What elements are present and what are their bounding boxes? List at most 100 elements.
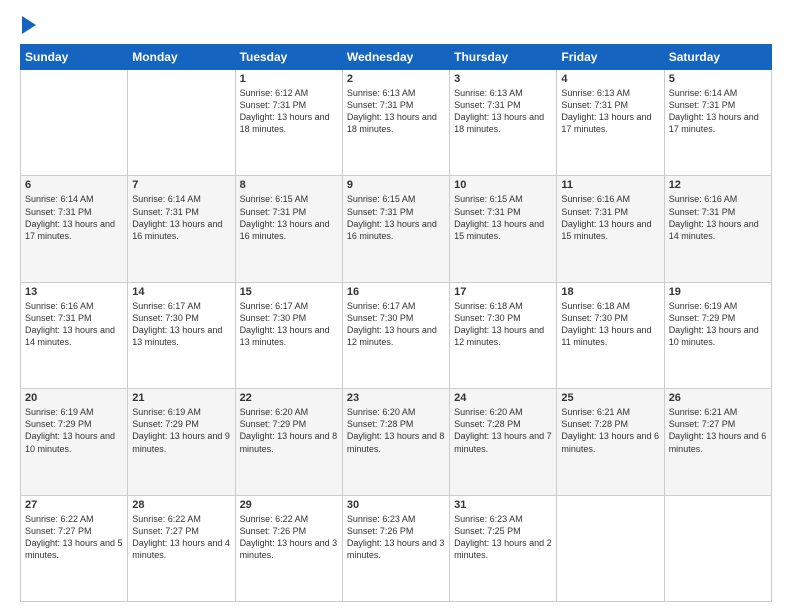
calendar-cell: 22 Sunrise: 6:20 AM Sunset: 7:29 PM Dayli… [235,389,342,495]
day-info: Sunrise: 6:16 AM Sunset: 7:31 PM Dayligh… [25,300,123,349]
day-info: Sunrise: 6:13 AM Sunset: 7:31 PM Dayligh… [347,87,445,136]
day-info: Sunrise: 6:19 AM Sunset: 7:29 PM Dayligh… [669,300,767,349]
calendar-week-row: 13 Sunrise: 6:16 AM Sunset: 7:31 PM Dayli… [21,282,772,388]
day-info: Sunrise: 6:17 AM Sunset: 7:30 PM Dayligh… [240,300,338,349]
calendar-cell: 24 Sunrise: 6:20 AM Sunset: 7:28 PM Dayli… [450,389,557,495]
day-number: 16 [347,286,445,298]
calendar-cell: 26Sunrise: 6:21 AM Sunset: 7:27 PM Dayli… [664,389,771,495]
day-info: Sunrise: 6:14 AM Sunset: 7:31 PM Dayligh… [132,193,230,242]
day-info: Sunrise: 6:20 AM Sunset: 7:28 PM Dayligh… [347,406,445,455]
day-info: Sunrise: 6:14 AM Sunset: 7:31 PM Dayligh… [669,87,767,136]
day-number: 2 [347,73,445,85]
day-of-week-monday: Monday [128,45,235,70]
day-info: Sunrise: 6:22 AM Sunset: 7:27 PM Dayligh… [25,513,123,562]
day-info: Sunrise: 6:23 AM Sunset: 7:26 PM Dayligh… [347,513,445,562]
day-info: Sunrise: 6:13 AM Sunset: 7:31 PM Dayligh… [561,87,659,136]
calendar-cell: 13 Sunrise: 6:16 AM Sunset: 7:31 PM Dayli… [21,282,128,388]
day-number: 24 [454,392,552,404]
day-number: 3 [454,73,552,85]
calendar-cell: 8Sunrise: 6:15 AM Sunset: 7:31 PM Daylig… [235,176,342,282]
day-number: 5 [669,73,767,85]
calendar-cell [557,495,664,601]
day-info: Sunrise: 6:18 AM Sunset: 7:30 PM Dayligh… [454,300,552,349]
calendar-table: SundayMondayTuesdayWednesdayThursdayFrid… [20,44,772,602]
logo [20,18,36,34]
calendar-cell: 11 Sunrise: 6:16 AM Sunset: 7:31 PM Dayli… [557,176,664,282]
day-number: 20 [25,392,123,404]
day-number: 17 [454,286,552,298]
calendar-week-row: 1 Sunrise: 6:12 AM Sunset: 7:31 PM Daylig… [21,70,772,176]
day-number: 10 [454,179,552,191]
day-number: 29 [240,499,338,511]
calendar-cell: 2 Sunrise: 6:13 AM Sunset: 7:31 PM Daylig… [342,70,449,176]
day-info: Sunrise: 6:16 AM Sunset: 7:31 PM Dayligh… [561,193,659,242]
day-number: 23 [347,392,445,404]
day-info: Sunrise: 6:19 AM Sunset: 7:29 PM Dayligh… [25,406,123,455]
day-number: 27 [25,499,123,511]
day-number: 18 [561,286,659,298]
calendar-cell: 29 Sunrise: 6:22 AM Sunset: 7:26 PM Dayli… [235,495,342,601]
calendar-cell: 21 Sunrise: 6:19 AM Sunset: 7:29 PM Dayli… [128,389,235,495]
day-of-week-tuesday: Tuesday [235,45,342,70]
day-info: Sunrise: 6:22 AM Sunset: 7:26 PM Dayligh… [240,513,338,562]
day-number: 15 [240,286,338,298]
calendar-cell: 31Sunrise: 6:23 AM Sunset: 7:25 PM Dayli… [450,495,557,601]
day-number: 7 [132,179,230,191]
day-number: 19 [669,286,767,298]
day-info: Sunrise: 6:17 AM Sunset: 7:30 PM Dayligh… [347,300,445,349]
calendar-cell: 7 Sunrise: 6:14 AM Sunset: 7:31 PM Daylig… [128,176,235,282]
day-info: Sunrise: 6:14 AM Sunset: 7:31 PM Dayligh… [25,193,123,242]
calendar-cell: 15 Sunrise: 6:17 AM Sunset: 7:30 PM Dayli… [235,282,342,388]
day-number: 9 [347,179,445,191]
day-info: Sunrise: 6:21 AM Sunset: 7:28 PM Dayligh… [561,406,659,455]
day-info: Sunrise: 6:15 AM Sunset: 7:31 PM Dayligh… [240,193,338,242]
day-info: Sunrise: 6:15 AM Sunset: 7:31 PM Dayligh… [454,193,552,242]
calendar-cell: 4Sunrise: 6:13 AM Sunset: 7:31 PM Daylig… [557,70,664,176]
day-number: 6 [25,179,123,191]
calendar-cell [664,495,771,601]
calendar-cell: 3 Sunrise: 6:13 AM Sunset: 7:31 PM Daylig… [450,70,557,176]
day-number: 26 [669,392,767,404]
calendar-cell: 27 Sunrise: 6:22 AM Sunset: 7:27 PM Dayli… [21,495,128,601]
day-info: Sunrise: 6:13 AM Sunset: 7:31 PM Dayligh… [454,87,552,136]
day-info: Sunrise: 6:15 AM Sunset: 7:31 PM Dayligh… [347,193,445,242]
calendar-week-row: 27 Sunrise: 6:22 AM Sunset: 7:27 PM Dayli… [21,495,772,601]
calendar-cell: 20 Sunrise: 6:19 AM Sunset: 7:29 PM Dayli… [21,389,128,495]
day-number: 30 [347,499,445,511]
calendar-cell: 16 Sunrise: 6:17 AM Sunset: 7:30 PM Dayli… [342,282,449,388]
calendar-header-row: SundayMondayTuesdayWednesdayThursdayFrid… [21,45,772,70]
calendar-cell: 14Sunrise: 6:17 AM Sunset: 7:30 PM Dayli… [128,282,235,388]
day-info: Sunrise: 6:20 AM Sunset: 7:28 PM Dayligh… [454,406,552,455]
day-info: Sunrise: 6:16 AM Sunset: 7:31 PM Dayligh… [669,193,767,242]
calendar-cell: 23 Sunrise: 6:20 AM Sunset: 7:28 PM Dayli… [342,389,449,495]
day-of-week-thursday: Thursday [450,45,557,70]
day-info: Sunrise: 6:12 AM Sunset: 7:31 PM Dayligh… [240,87,338,136]
day-of-week-friday: Friday [557,45,664,70]
logo-arrow-icon [22,16,36,34]
day-of-week-wednesday: Wednesday [342,45,449,70]
day-number: 1 [240,73,338,85]
page: SundayMondayTuesdayWednesdayThursdayFrid… [0,0,792,612]
calendar-cell: 9 Sunrise: 6:15 AM Sunset: 7:31 PM Daylig… [342,176,449,282]
calendar-cell: 1 Sunrise: 6:12 AM Sunset: 7:31 PM Daylig… [235,70,342,176]
header [20,18,772,34]
day-number: 13 [25,286,123,298]
calendar-cell: 25Sunrise: 6:21 AM Sunset: 7:28 PM Dayli… [557,389,664,495]
day-number: 21 [132,392,230,404]
calendar-cell: 5 Sunrise: 6:14 AM Sunset: 7:31 PM Daylig… [664,70,771,176]
calendar-cell: 19 Sunrise: 6:19 AM Sunset: 7:29 PM Dayli… [664,282,771,388]
day-info: Sunrise: 6:19 AM Sunset: 7:29 PM Dayligh… [132,406,230,455]
calendar-cell: 18Sunrise: 6:18 AM Sunset: 7:30 PM Dayli… [557,282,664,388]
calendar-cell [128,70,235,176]
calendar-cell: 30 Sunrise: 6:23 AM Sunset: 7:26 PM Dayli… [342,495,449,601]
calendar-cell: 17 Sunrise: 6:18 AM Sunset: 7:30 PM Dayli… [450,282,557,388]
calendar-cell: 12Sunrise: 6:16 AM Sunset: 7:31 PM Dayli… [664,176,771,282]
calendar-cell: 6 Sunrise: 6:14 AM Sunset: 7:31 PM Daylig… [21,176,128,282]
calendar-cell [21,70,128,176]
day-of-week-sunday: Sunday [21,45,128,70]
calendar-cell: 28Sunrise: 6:22 AM Sunset: 7:27 PM Dayli… [128,495,235,601]
day-info: Sunrise: 6:20 AM Sunset: 7:29 PM Dayligh… [240,406,338,455]
day-number: 11 [561,179,659,191]
day-number: 22 [240,392,338,404]
day-info: Sunrise: 6:22 AM Sunset: 7:27 PM Dayligh… [132,513,230,562]
